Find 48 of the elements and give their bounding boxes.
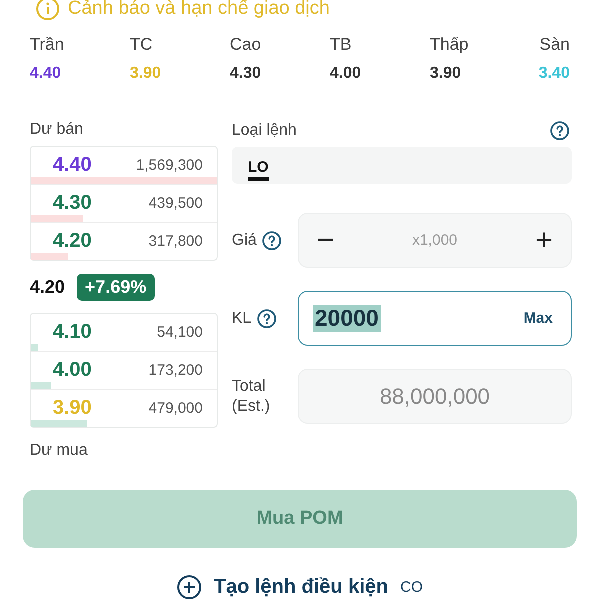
add-icon bbox=[177, 575, 202, 600]
help-icon[interactable] bbox=[256, 308, 277, 328]
plus-button[interactable]: + bbox=[531, 226, 557, 256]
stat-value: 3.90 bbox=[130, 65, 162, 83]
quantity-field[interactable]: 20000 Max bbox=[298, 291, 572, 346]
order-volume: 173,200 bbox=[148, 362, 203, 379]
stat-value: 3.40 bbox=[538, 65, 570, 83]
stat-value: 4.40 bbox=[30, 65, 62, 83]
order-volume: 439,500 bbox=[148, 195, 203, 212]
info-icon bbox=[36, 0, 60, 21]
quantity-label: KL bbox=[232, 310, 252, 328]
order-price: 4.30 bbox=[53, 192, 92, 215]
stat-label: TB bbox=[330, 35, 352, 55]
order-volume: 54,100 bbox=[157, 324, 203, 341]
help-icon[interactable] bbox=[262, 230, 282, 250]
quantity-value: 20000 bbox=[313, 305, 381, 332]
order-type-tab[interactable]: LO bbox=[248, 150, 269, 180]
help-icon[interactable] bbox=[550, 121, 570, 141]
stat-value: 3.90 bbox=[430, 65, 462, 83]
stat-label: Sàn bbox=[540, 35, 570, 55]
stat-label: Cao bbox=[230, 35, 262, 55]
order-volume: 479,000 bbox=[148, 400, 203, 417]
price-label: Giá bbox=[232, 232, 257, 250]
conditional-order-link[interactable]: Tạo lệnh điều kiện CO bbox=[177, 575, 423, 600]
minus-button[interactable]: − bbox=[313, 226, 339, 256]
bid-label: Dư mua bbox=[30, 442, 89, 460]
stat-label: Trần bbox=[30, 35, 64, 55]
ask-label: Dư bán bbox=[30, 121, 84, 139]
order-price: 4.10 bbox=[53, 321, 92, 344]
order-type-field[interactable]: LO bbox=[232, 147, 572, 184]
order-type-label: Loại lệnh bbox=[232, 122, 297, 140]
order-price: 3.90 bbox=[53, 397, 92, 420]
max-button[interactable]: Max bbox=[518, 309, 559, 328]
stat-value: 4.00 bbox=[330, 65, 362, 83]
total-label: Total (Est.) bbox=[232, 376, 272, 416]
order-price: 4.40 bbox=[53, 154, 92, 177]
stat-value: 4.30 bbox=[230, 65, 262, 83]
last-price: 4.20 bbox=[30, 276, 66, 298]
stat-label: TC bbox=[130, 35, 153, 55]
order-price: 4.00 bbox=[53, 359, 92, 382]
stat-label: Thấp bbox=[430, 35, 469, 55]
price-placeholder: x1,000 bbox=[412, 232, 458, 249]
price-field[interactable]: − x1,000 + bbox=[298, 213, 572, 268]
total-value: 88,000,000 bbox=[380, 384, 490, 410]
order-price: 4.20 bbox=[53, 230, 92, 253]
change-badge: +7.69% bbox=[77, 274, 155, 300]
order-volume: 317,800 bbox=[148, 233, 203, 250]
order-volume: 1,569,300 bbox=[136, 157, 203, 174]
